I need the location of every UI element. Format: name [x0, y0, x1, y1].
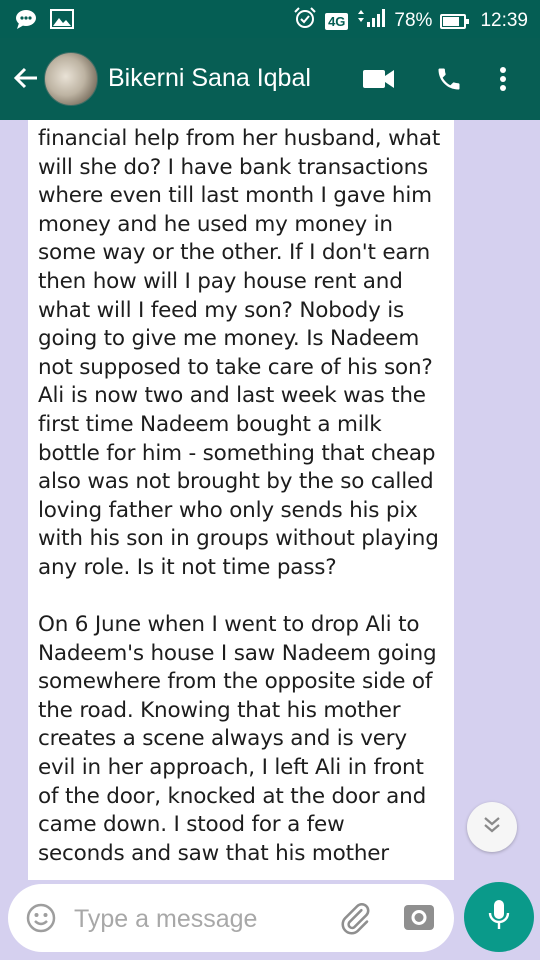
message-bubble: financial help from her husband, what wi… — [28, 120, 454, 880]
network-badge: 4G — [325, 12, 349, 30]
emoji-icon[interactable] — [26, 903, 56, 938]
attachment-icon[interactable] — [338, 901, 372, 940]
video-call-icon[interactable] — [362, 62, 396, 96]
contact-name[interactable]: Bikerni Sana Iqbal — [108, 64, 311, 93]
double-chevron-down-icon — [482, 816, 502, 839]
chat-header: Bikerni Sana Iqbal — [0, 38, 540, 120]
battery-icon — [440, 13, 470, 29]
message-text: financial help from her husband, what wi… — [38, 126, 441, 866]
back-arrow-icon[interactable] — [8, 60, 44, 96]
image-notification-icon — [50, 9, 74, 34]
signal-icon — [356, 8, 386, 34]
camera-icon[interactable] — [402, 901, 436, 938]
battery-percent: 78% — [394, 10, 433, 31]
message-input[interactable] — [72, 900, 326, 938]
alarm-icon — [293, 6, 317, 36]
voice-call-icon[interactable] — [432, 62, 466, 96]
microphone-icon — [488, 899, 510, 936]
status-bar: 4G 78% 12:39 — [0, 0, 540, 38]
chat-notification-icon — [14, 8, 38, 35]
contact-avatar[interactable] — [44, 52, 98, 106]
microphone-button[interactable] — [464, 882, 534, 952]
scroll-to-bottom-button[interactable] — [467, 802, 517, 852]
clock: 12:39 — [480, 10, 528, 31]
message-composer — [8, 884, 454, 952]
more-options-icon[interactable] — [486, 62, 520, 96]
